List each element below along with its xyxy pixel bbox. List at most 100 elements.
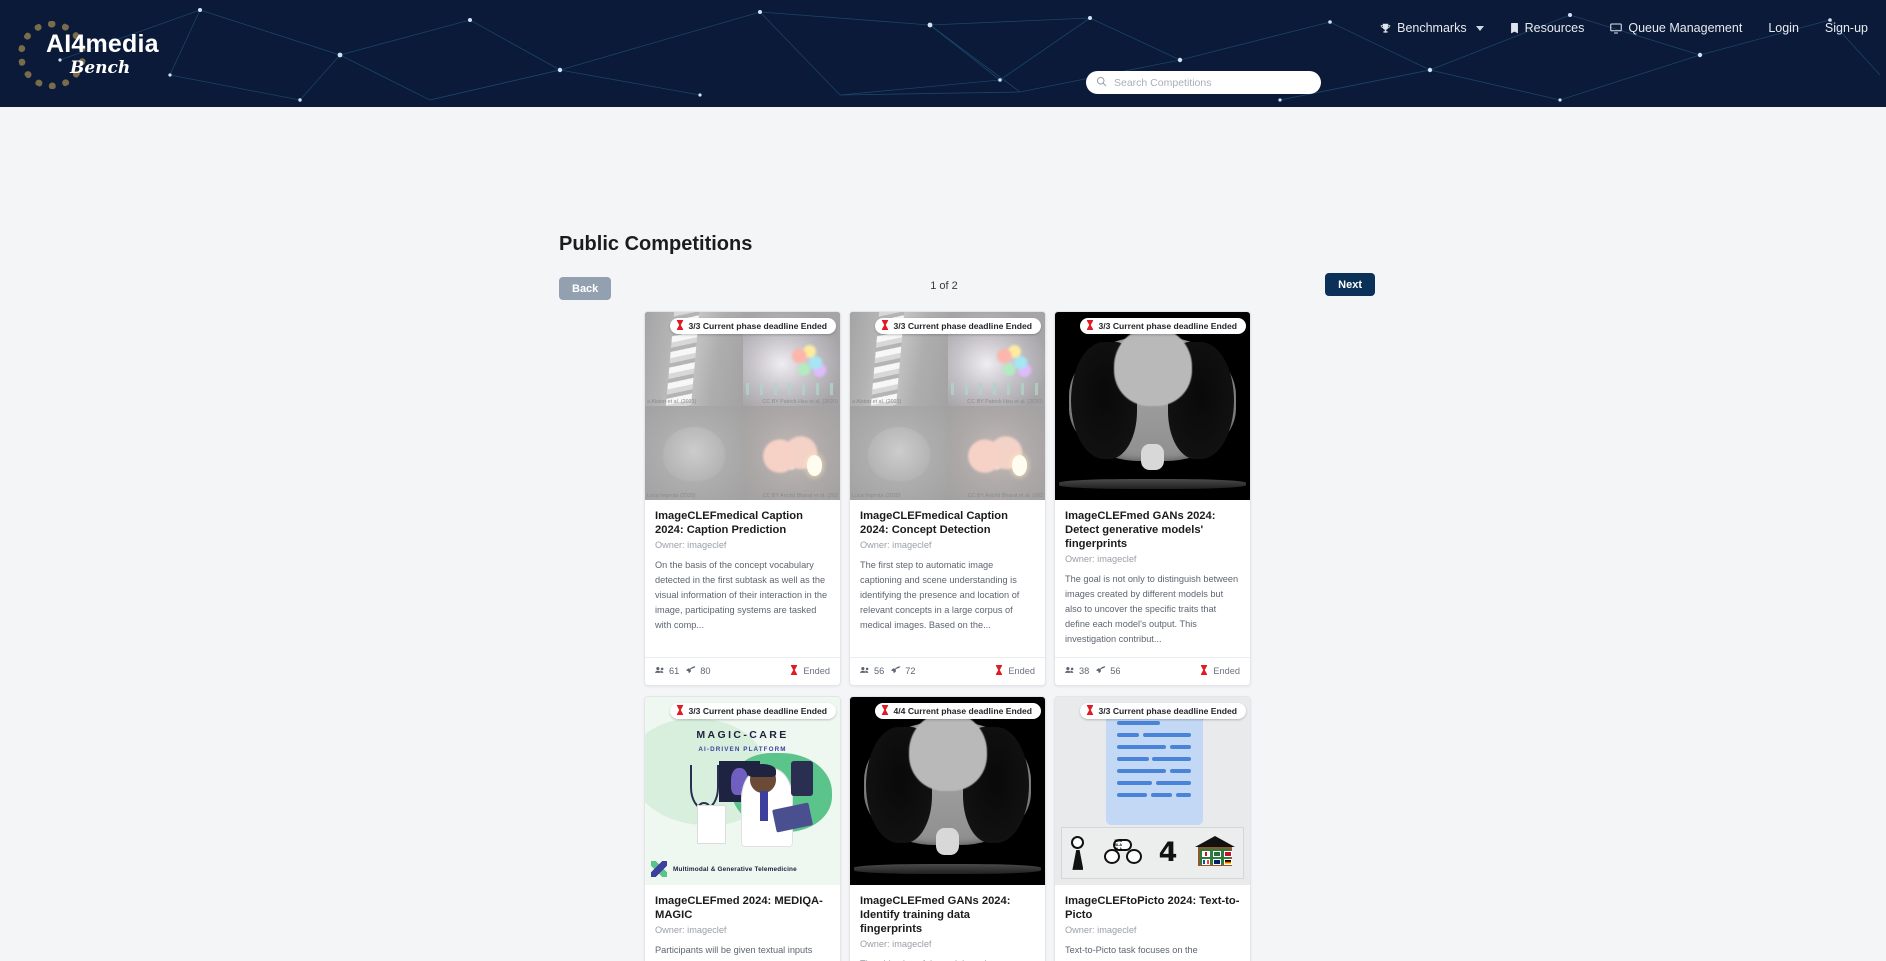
badge-label: 3/3 Current phase deadline Ended [893,321,1033,331]
card-owner: Owner: imageclef [655,540,727,551]
nav-item-login[interactable]: Login [1768,21,1799,35]
submissions-stat: 56 [1096,666,1120,677]
rocket-icon [1096,666,1106,677]
card-owner: Owner: imageclef [860,540,932,551]
nav-item-benchmarks[interactable]: Benchmarks [1380,21,1484,35]
document-icon [1105,704,1204,825]
card-body: ImageCLEFtoPicto 2024: Text-to-Picto Own… [1055,885,1250,961]
status-label: Ended [803,666,830,677]
person-pictogram-icon [1070,835,1086,870]
rocket-icon [891,666,901,677]
card-thumbnail: 3/3 Current phase deadline Ended [1055,312,1250,500]
card-stats: 56 72 [860,666,915,677]
hourglass-icon [995,665,1003,677]
phase-deadline-badge: 3/3 Current phase deadline Ended [874,318,1041,334]
site-logo[interactable]: AI4media Bench [18,18,159,90]
medical-montage-image: a Alston et al. (2021) CC BY Patrick Hsu… [850,312,1045,500]
submissions-stat: 72 [891,666,915,677]
competition-card[interactable]: BLA BLA BLA 4 3/3 Current phase deadline… [1054,695,1251,961]
card-title: ImageCLEFmedical Caption 2024: Caption P… [655,510,803,537]
search-input[interactable] [1114,76,1311,89]
card-thumbnail: MAGIC-CARE AI-DRIVEN PLATFORM Multimodal… [645,696,840,885]
trophy-icon [1380,23,1391,34]
competition-card[interactable]: a Alston et al. (2021) CC BY Patrick Hsu… [644,311,841,686]
card-title: ImageCLEFmed GANs 2024: Identify trainin… [860,894,1011,936]
hourglass-icon [1200,665,1208,677]
card-stats: 38 56 [1065,666,1120,677]
back-button[interactable]: Back [559,277,612,300]
participants-stat: 56 [860,666,884,676]
card-footer: 56 72 Ended [850,656,1045,685]
hourglass-icon [881,704,889,717]
competition-card[interactable]: a Alston et al. (2021) CC BY Patrick Hsu… [849,311,1046,686]
users-icon [1065,666,1075,676]
next-button[interactable]: Next [1325,273,1375,296]
nav-item-signup[interactable]: Sign-up [1825,21,1868,35]
card-description: On the basis of the concept vocabulary d… [655,560,828,630]
pagination-count: 1 of 2 [930,280,958,292]
logo-sub-text: Bench [70,58,131,78]
image-credit: Luca Improta (2020) [852,493,901,499]
competition-card[interactable]: 4/4 Current phase deadline Ended ImageCL… [849,695,1046,961]
hourglass-icon [881,320,889,332]
nav-label-signup: Sign-up [1824,21,1868,35]
badge-label: 3/3 Current phase deadline Ended [1098,705,1238,716]
illustration-title: MAGIC-CARE [696,728,789,741]
participants-count: 38 [1079,666,1090,677]
text-to-picto-image: BLA BLA BLA 4 [1055,696,1250,885]
nav-item-resources[interactable]: Resources [1510,21,1584,35]
status-label: Ended [1213,666,1240,677]
illustration-footer: Multimodal & Generative Telemedicine [673,865,797,873]
card-status: Ended [790,665,830,677]
phase-deadline-badge: 3/3 Current phase deadline Ended [669,702,836,719]
card-body: ImageCLEFmedical Caption 2024: Caption P… [645,500,840,647]
search-competitions-box[interactable] [1086,71,1321,94]
site-header: AI4media Bench Benchmarks Resources Queu… [0,0,1886,107]
card-body: ImageCLEFmedical Caption 2024: Concept D… [850,500,1045,647]
card-status: Ended [1200,665,1240,677]
card-title: ImageCLEFmed 2024: MEDIQA-MAGIC [655,894,823,921]
constellation-decoration [58,8,1881,102]
badge-label: 3/3 Current phase deadline Ended [688,705,828,716]
image-credit: CC BY Patrick Hsu et al. (2020) [967,399,1043,405]
submissions-stat: 80 [686,666,710,677]
monitor-icon [1610,22,1623,34]
card-description: Participants will be given textual input… [655,945,815,961]
logo-main-text: AI4media [46,30,159,58]
phase-deadline-badge: 4/4 Current phase deadline Ended [874,702,1041,719]
participants-stat: 38 [1065,666,1089,676]
submissions-count: 80 [700,666,711,677]
card-title: ImageCLEFtoPicto 2024: Text-to-Picto [1065,894,1240,921]
image-credit: a Alston et al. (2021) [647,399,697,405]
hourglass-icon [1086,320,1094,332]
book-icon [1510,22,1519,34]
hourglass-icon [676,320,684,332]
magic-care-illustration: MAGIC-CARE AI-DRIVEN PLATFORM Multimodal… [645,696,840,885]
main-navigation: Benchmarks Resources Queue Management Lo… [1380,21,1868,35]
rocket-icon [686,666,696,677]
competition-card[interactable]: 3/3 Current phase deadline Ended ImageCL… [1054,311,1251,686]
badge-label: 3/3 Current phase deadline Ended [1098,321,1238,331]
magic-care-logo-icon [651,861,667,878]
speech-bubble-text: BLA BLA BLA [1112,838,1132,851]
badge-label: 4/4 Current phase deadline Ended [893,705,1033,716]
hourglass-icon [676,704,684,717]
card-thumbnail: BLA BLA BLA 4 3/3 Current phase deadline… [1055,696,1250,885]
image-credit: CC BY Patrick Hsu et al. (2020) [762,399,838,405]
card-description: The first step to automatic image captio… [860,560,1020,630]
number-pictogram: 4 [1158,837,1178,869]
search-icon [1096,74,1107,92]
speech-pictogram-icon: BLA BLA BLA [1103,838,1142,866]
submissions-count: 72 [905,666,916,677]
competition-card[interactable]: MAGIC-CARE AI-DRIVEN PLATFORM Multimodal… [644,695,841,961]
card-body: ImageCLEFmed 2024: MEDIQA-MAGIC Owner: i… [645,885,840,961]
card-owner: Owner: imageclef [860,939,932,950]
chest-ct-image [1055,312,1250,500]
card-description: The goal is not only to distinguish betw… [1065,574,1239,644]
card-owner: Owner: imageclef [1065,554,1137,565]
illustration-subtitle: AI-DRIVEN PLATFORM [698,745,787,753]
nav-item-queue-management[interactable]: Queue Management [1610,21,1742,35]
chevron-down-icon[interactable] [1475,25,1484,31]
badge-label: 3/3 Current phase deadline Ended [688,321,828,331]
card-thumbnail: a Alston et al. (2021) CC BY Patrick Hsu… [850,312,1045,500]
